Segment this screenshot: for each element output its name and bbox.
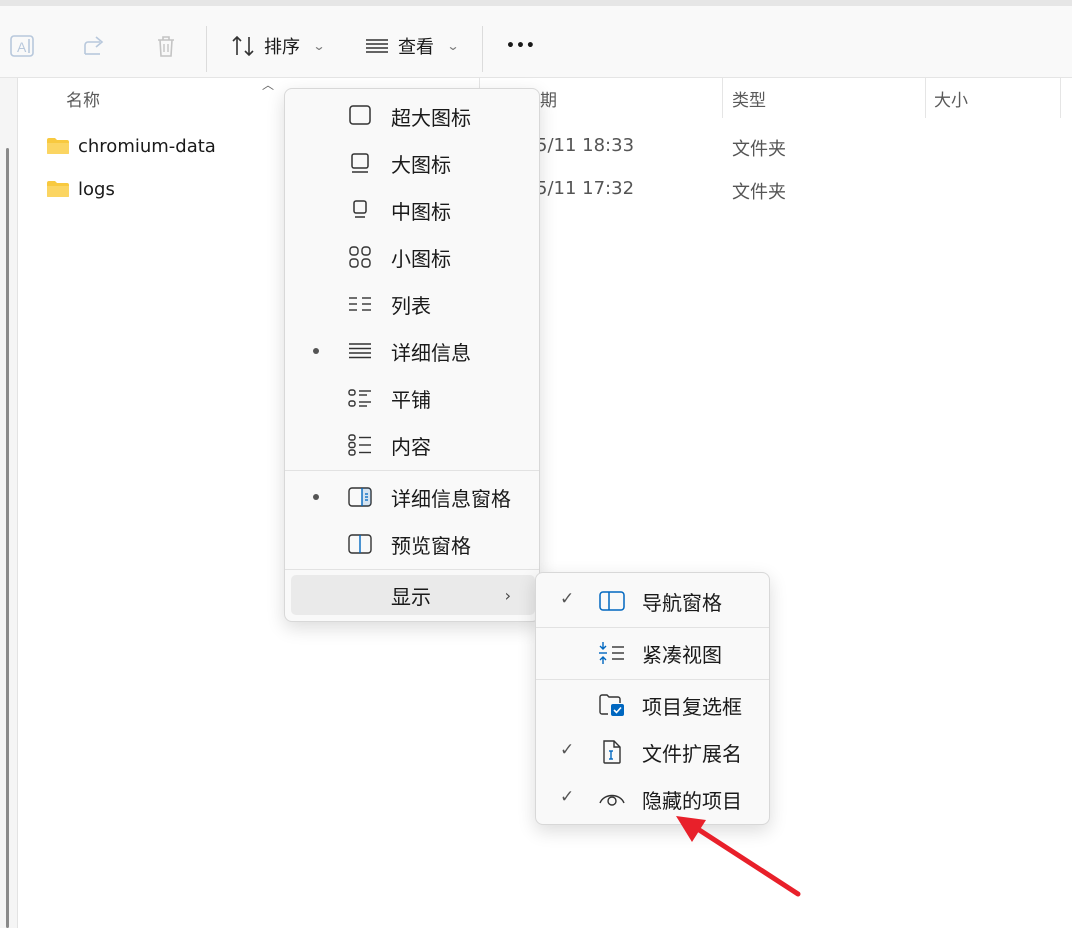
column-header-name[interactable]: 名称 [66, 86, 100, 111]
column-divider[interactable] [722, 78, 723, 118]
menu-item-preview-pane[interactable]: 预览窗格 [285, 524, 539, 564]
toolbar-divider [206, 26, 207, 72]
file-extension-icon [603, 740, 621, 764]
menu-item-small-icons[interactable]: 小图标 [285, 237, 539, 277]
chevron-down-icon: ⌄ [446, 39, 460, 53]
list-icon [349, 297, 371, 311]
details-icon [349, 343, 371, 359]
more-icon: ••• [506, 38, 536, 54]
submenu-item-item-checkboxes[interactable]: 项目复选框 [536, 683, 769, 725]
table-row[interactable]: logs [46, 174, 115, 204]
check-icon: ✓ [560, 787, 575, 807]
menu-item-label: 详细信息窗格 [391, 486, 511, 511]
file-type: 文件夹 [732, 139, 786, 160]
command-bar: A 排序 ⌄ 查看 ⌄ ••• [0, 0, 1072, 78]
menu-separator [285, 569, 539, 570]
svg-text:A: A [17, 39, 27, 55]
menu-item-extra-large-icons[interactable]: 超大图标 [285, 96, 539, 136]
menu-item-label: 大图标 [391, 152, 451, 177]
item-checkbox-icon [599, 694, 624, 716]
column-divider[interactable] [1060, 78, 1061, 118]
menu-item-details[interactable]: 详细信息 [285, 331, 539, 371]
file-date: 5/11 18:33 [536, 135, 635, 156]
column-header-type[interactable]: 类型 [732, 86, 766, 111]
view-icon [366, 39, 388, 53]
menu-item-label: 中图标 [391, 199, 451, 224]
preview-pane-icon [348, 534, 372, 554]
menu-item-tiles[interactable]: 平铺 [285, 378, 539, 418]
menu-item-list[interactable]: 列表 [285, 284, 539, 324]
hidden-items-icon [599, 794, 625, 806]
submenu-item-navigation-pane[interactable]: ✓ 导航窗格 [536, 579, 769, 621]
toolbar-divider [482, 26, 483, 72]
selected-indicator [313, 494, 319, 500]
chevron-down-icon: ⌄ [312, 39, 326, 53]
extra-large-icons-icon [349, 105, 371, 125]
menu-item-show[interactable]: 显示 › [291, 575, 535, 615]
menu-separator [536, 627, 769, 628]
sort-ascending-icon: ︿ [262, 78, 275, 92]
small-icons-icon [349, 246, 371, 268]
menu-item-label: 预览窗格 [391, 533, 471, 558]
rename-icon: A [10, 35, 34, 57]
submenu-item-label: 文件扩展名 [642, 742, 742, 766]
menu-item-content[interactable]: 内容 [285, 425, 539, 465]
submenu-item-label: 项目复选框 [642, 695, 742, 719]
trash-icon [158, 36, 174, 57]
menu-item-label: 平铺 [391, 387, 431, 412]
sort-icon [232, 35, 254, 57]
check-icon: ✓ [560, 740, 575, 760]
medium-icons-icon [353, 200, 367, 218]
check-icon: ✓ [560, 589, 575, 609]
content-icon [348, 434, 371, 456]
tiles-icon [348, 389, 371, 407]
menu-item-details-pane[interactable]: 详细信息窗格 [285, 477, 539, 517]
menu-item-medium-icons[interactable]: 中图标 [285, 190, 539, 230]
large-icons-icon [351, 153, 369, 173]
submenu-item-file-extensions[interactable]: ✓ 文件扩展名 [536, 730, 769, 772]
file-type: 文件夹 [732, 182, 786, 203]
share-button[interactable] [80, 28, 108, 64]
file-name: logs [78, 178, 115, 200]
column-divider[interactable] [925, 78, 926, 118]
menu-separator [536, 679, 769, 680]
more-options-button[interactable]: ••• [506, 28, 536, 64]
submenu-item-label: 紧凑视图 [642, 643, 722, 667]
sort-label: 排序 [264, 37, 300, 58]
menu-item-label: 列表 [391, 293, 431, 318]
share-icon [84, 36, 104, 55]
view-button[interactable]: 查看 ⌄ [364, 28, 460, 64]
view-menu: 超大图标 大图标 中图标 小图标 列表 详细信息 平铺 内容 详细信息窗格 预览… [284, 88, 540, 622]
annotation-arrow-icon [676, 816, 801, 897]
sort-button[interactable]: 排序 ⌄ [230, 28, 326, 64]
details-pane-icon [348, 487, 372, 507]
navigation-pane-icon [599, 591, 625, 611]
menu-item-label: 内容 [391, 434, 431, 459]
submenu-item-label: 导航窗格 [642, 591, 722, 615]
file-name: chromium-data [78, 135, 216, 157]
menu-item-label: 超大图标 [391, 105, 471, 130]
menu-item-label: 显示 [391, 584, 431, 609]
vertical-scrollbar[interactable] [0, 78, 18, 928]
view-label: 查看 [398, 37, 434, 58]
menu-item-large-icons[interactable]: 大图标 [285, 143, 539, 183]
column-header-size[interactable]: 大小 [934, 86, 968, 111]
menu-item-label: 详细信息 [391, 340, 471, 365]
rename-button[interactable]: A [8, 28, 36, 64]
folder-icon [47, 181, 69, 197]
submenu-item-compact-view[interactable]: 紧凑视图 [536, 631, 769, 673]
menu-separator [285, 470, 539, 471]
menu-item-label: 小图标 [391, 246, 451, 271]
table-row[interactable]: chromium-data [46, 131, 216, 161]
file-date: 5/11 17:32 [536, 178, 635, 199]
show-submenu: ✓ 导航窗格 紧凑视图 项目复选框 ✓ 文件扩展名 ✓ 隐藏的项目 [535, 572, 770, 825]
delete-button[interactable] [152, 28, 180, 64]
selected-indicator [313, 348, 319, 354]
column-header-date[interactable]: 期 [540, 86, 557, 111]
compact-view-icon [599, 642, 624, 664]
chevron-right-icon: › [504, 585, 511, 605]
folder-icon [47, 138, 69, 154]
scrollbar-thumb[interactable] [6, 148, 9, 928]
